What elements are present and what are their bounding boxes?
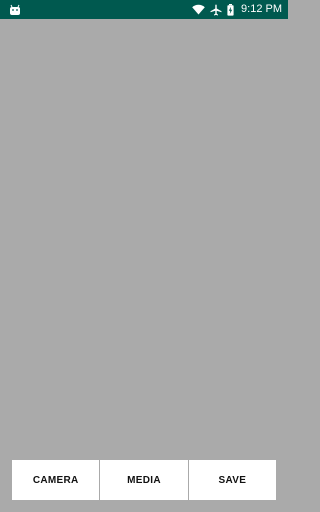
status-icons: 9:12 PM [192, 0, 282, 19]
save-button[interactable]: SAVE [188, 460, 276, 500]
battery-charging-icon [227, 3, 234, 16]
camera-button[interactable]: CAMERA [12, 460, 100, 500]
camera-preview-area[interactable] [0, 19, 288, 512]
airplane-mode-icon [210, 4, 222, 16]
media-button[interactable]: MEDIA [100, 460, 188, 500]
status-bar: 9:12 PM [0, 0, 288, 19]
clock-time: 9:12 PM [241, 3, 282, 15]
android-icon [9, 3, 21, 15]
bottom-button-bar: CAMERA MEDIA SAVE [12, 460, 276, 500]
wifi-icon [192, 4, 205, 15]
